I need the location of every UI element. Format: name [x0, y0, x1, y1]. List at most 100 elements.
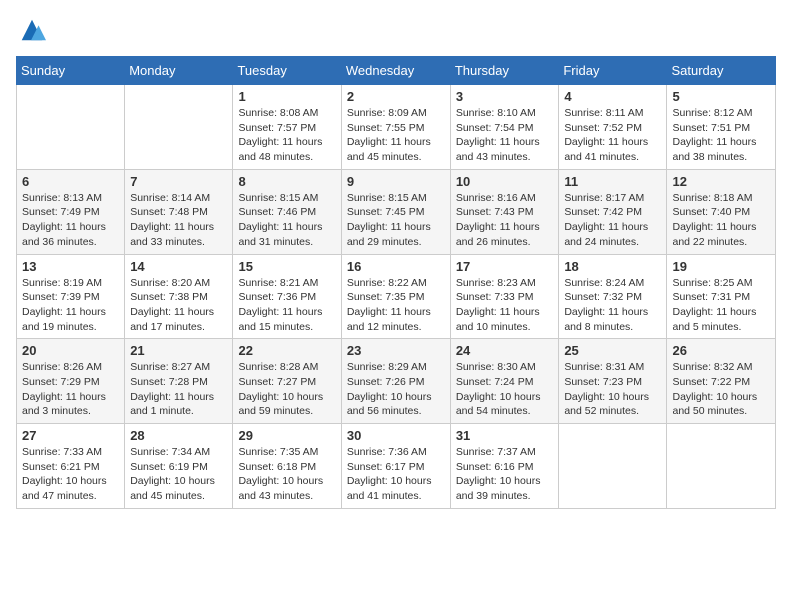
- day-info: Sunrise: 8:20 AM Sunset: 7:38 PM Dayligh…: [130, 276, 227, 335]
- day-number: 2: [347, 89, 445, 104]
- weekday-header: Thursday: [450, 57, 559, 85]
- calendar-cell: 30Sunrise: 7:36 AM Sunset: 6:17 PM Dayli…: [341, 424, 450, 509]
- day-number: 10: [456, 174, 554, 189]
- calendar-cell: 10 Sunrise: 8:16 AM Sunset: 7:43 PM Dayli…: [450, 169, 559, 254]
- day-number: 25: [564, 343, 661, 358]
- day-number: 23: [347, 343, 445, 358]
- calendar-cell: 21 Sunrise: 8:27 AM Sunset: 7:28 PM Dayli…: [125, 339, 233, 424]
- day-info: Sunrise: 8:15 AM Sunset: 7:46 PM Dayligh…: [238, 191, 335, 250]
- day-info: Sunrise: 8:28 AM Sunset: 7:27 PM Dayligh…: [238, 360, 335, 419]
- calendar-cell: 12 Sunrise: 8:18 AM Sunset: 7:40 PM Dayli…: [667, 169, 776, 254]
- calendar-cell: 4Sunrise: 8:11 AM Sunset: 7:52 PM Daylig…: [559, 85, 667, 170]
- day-number: 30: [347, 428, 445, 443]
- day-number: 15: [238, 259, 335, 274]
- day-info: Sunrise: 8:31 AM Sunset: 7:23 PM Dayligh…: [564, 360, 661, 419]
- day-info: Sunrise: 8:23 AM Sunset: 7:33 PM Dayligh…: [456, 276, 554, 335]
- day-number: 27: [22, 428, 119, 443]
- day-number: 31: [456, 428, 554, 443]
- day-info: Sunrise: 8:22 AM Sunset: 7:35 PM Dayligh…: [347, 276, 445, 335]
- day-info: Sunrise: 8:09 AM Sunset: 7:55 PM Dayligh…: [347, 106, 445, 165]
- logo: [16, 16, 46, 44]
- day-info: Sunrise: 7:37 AM Sunset: 6:16 PM Dayligh…: [456, 445, 554, 504]
- calendar-week-row: 1 Sunrise: 8:08 AM Sunset: 7:57 PM Daylig…: [17, 85, 776, 170]
- weekday-header: Sunday: [17, 57, 125, 85]
- day-info: Sunrise: 8:15 AM Sunset: 7:45 PM Dayligh…: [347, 191, 445, 250]
- calendar-cell: [17, 85, 125, 170]
- day-info: Sunrise: 8:18 AM Sunset: 7:40 PM Dayligh…: [672, 191, 770, 250]
- calendar-week-row: 27 Sunrise: 7:33 AM Sunset: 6:21 PM Dayli…: [17, 424, 776, 509]
- calendar-cell: 17 Sunrise: 8:23 AM Sunset: 7:33 PM Dayli…: [450, 254, 559, 339]
- weekday-header: Friday: [559, 57, 667, 85]
- calendar-cell: 6 Sunrise: 8:13 AM Sunset: 7:49 PM Daylig…: [17, 169, 125, 254]
- day-number: 22: [238, 343, 335, 358]
- calendar-week-row: 6 Sunrise: 8:13 AM Sunset: 7:49 PM Daylig…: [17, 169, 776, 254]
- day-info: Sunrise: 8:24 AM Sunset: 7:32 PM Dayligh…: [564, 276, 661, 335]
- calendar-cell: 3 Sunrise: 8:10 AM Sunset: 7:54 PM Daylig…: [450, 85, 559, 170]
- calendar-cell: 29 Sunrise: 7:35 AM Sunset: 6:18 PM Dayli…: [233, 424, 341, 509]
- calendar-cell: 5 Sunrise: 8:12 AM Sunset: 7:51 PM Daylig…: [667, 85, 776, 170]
- day-number: 3: [456, 89, 554, 104]
- calendar-cell: 23 Sunrise: 8:29 AM Sunset: 7:26 PM Dayli…: [341, 339, 450, 424]
- day-number: 26: [672, 343, 770, 358]
- day-info: Sunrise: 8:27 AM Sunset: 7:28 PM Dayligh…: [130, 360, 227, 419]
- day-number: 16: [347, 259, 445, 274]
- day-number: 5: [672, 89, 770, 104]
- calendar-cell: 22 Sunrise: 8:28 AM Sunset: 7:27 PM Dayli…: [233, 339, 341, 424]
- calendar-cell: 14 Sunrise: 8:20 AM Sunset: 7:38 PM Dayli…: [125, 254, 233, 339]
- day-number: 29: [238, 428, 335, 443]
- day-number: 20: [22, 343, 119, 358]
- day-info: Sunrise: 8:30 AM Sunset: 7:24 PM Dayligh…: [456, 360, 554, 419]
- calendar-cell: 18 Sunrise: 8:24 AM Sunset: 7:32 PM Dayli…: [559, 254, 667, 339]
- day-number: 18: [564, 259, 661, 274]
- logo-icon: [18, 16, 46, 44]
- calendar-cell: 2 Sunrise: 8:09 AM Sunset: 7:55 PM Daylig…: [341, 85, 450, 170]
- calendar-cell: 24Sunrise: 8:30 AM Sunset: 7:24 PM Dayli…: [450, 339, 559, 424]
- calendar-cell: 7 Sunrise: 8:14 AM Sunset: 7:48 PM Daylig…: [125, 169, 233, 254]
- calendar-week-row: 13 Sunrise: 8:19 AM Sunset: 7:39 PM Dayli…: [17, 254, 776, 339]
- calendar-cell: [125, 85, 233, 170]
- calendar-cell: 11 Sunrise: 8:17 AM Sunset: 7:42 PM Dayli…: [559, 169, 667, 254]
- calendar-cell: 27 Sunrise: 7:33 AM Sunset: 6:21 PM Dayli…: [17, 424, 125, 509]
- calendar-cell: 15 Sunrise: 8:21 AM Sunset: 7:36 PM Dayli…: [233, 254, 341, 339]
- day-info: Sunrise: 8:29 AM Sunset: 7:26 PM Dayligh…: [347, 360, 445, 419]
- day-number: 14: [130, 259, 227, 274]
- day-info: Sunrise: 8:16 AM Sunset: 7:43 PM Dayligh…: [456, 191, 554, 250]
- calendar-cell: [559, 424, 667, 509]
- day-info: Sunrise: 8:08 AM Sunset: 7:57 PM Dayligh…: [238, 106, 335, 165]
- day-info: Sunrise: 8:10 AM Sunset: 7:54 PM Dayligh…: [456, 106, 554, 165]
- day-info: Sunrise: 8:26 AM Sunset: 7:29 PM Dayligh…: [22, 360, 119, 419]
- calendar-cell: [667, 424, 776, 509]
- day-number: 17: [456, 259, 554, 274]
- calendar-cell: 16 Sunrise: 8:22 AM Sunset: 7:35 PM Dayli…: [341, 254, 450, 339]
- calendar-cell: 28Sunrise: 7:34 AM Sunset: 6:19 PM Dayli…: [125, 424, 233, 509]
- day-info: Sunrise: 8:11 AM Sunset: 7:52 PM Dayligh…: [564, 106, 661, 165]
- day-number: 1: [238, 89, 335, 104]
- calendar-cell: 31 Sunrise: 7:37 AM Sunset: 6:16 PM Dayli…: [450, 424, 559, 509]
- day-number: 6: [22, 174, 119, 189]
- calendar-table: SundayMondayTuesdayWednesdayThursdayFrid…: [16, 56, 776, 509]
- day-info: Sunrise: 8:32 AM Sunset: 7:22 PM Dayligh…: [672, 360, 770, 419]
- weekday-header: Tuesday: [233, 57, 341, 85]
- weekday-header: Saturday: [667, 57, 776, 85]
- day-number: 19: [672, 259, 770, 274]
- day-info: Sunrise: 8:13 AM Sunset: 7:49 PM Dayligh…: [22, 191, 119, 250]
- day-number: 7: [130, 174, 227, 189]
- calendar-cell: 8Sunrise: 8:15 AM Sunset: 7:46 PM Daylig…: [233, 169, 341, 254]
- day-number: 13: [22, 259, 119, 274]
- calendar-cell: 20 Sunrise: 8:26 AM Sunset: 7:29 PM Dayli…: [17, 339, 125, 424]
- day-info: Sunrise: 8:12 AM Sunset: 7:51 PM Dayligh…: [672, 106, 770, 165]
- day-info: Sunrise: 8:14 AM Sunset: 7:48 PM Dayligh…: [130, 191, 227, 250]
- calendar-week-row: 20 Sunrise: 8:26 AM Sunset: 7:29 PM Dayli…: [17, 339, 776, 424]
- page-header: [16, 16, 776, 44]
- calendar-cell: 9Sunrise: 8:15 AM Sunset: 7:45 PM Daylig…: [341, 169, 450, 254]
- day-number: 21: [130, 343, 227, 358]
- day-number: 11: [564, 174, 661, 189]
- calendar-cell: 13 Sunrise: 8:19 AM Sunset: 7:39 PM Dayli…: [17, 254, 125, 339]
- day-info: Sunrise: 8:19 AM Sunset: 7:39 PM Dayligh…: [22, 276, 119, 335]
- day-info: Sunrise: 7:33 AM Sunset: 6:21 PM Dayligh…: [22, 445, 119, 504]
- day-info: Sunrise: 7:35 AM Sunset: 6:18 PM Dayligh…: [238, 445, 335, 504]
- day-number: 12: [672, 174, 770, 189]
- weekday-header-row: SundayMondayTuesdayWednesdayThursdayFrid…: [17, 57, 776, 85]
- day-info: Sunrise: 8:17 AM Sunset: 7:42 PM Dayligh…: [564, 191, 661, 250]
- day-info: Sunrise: 8:21 AM Sunset: 7:36 PM Dayligh…: [238, 276, 335, 335]
